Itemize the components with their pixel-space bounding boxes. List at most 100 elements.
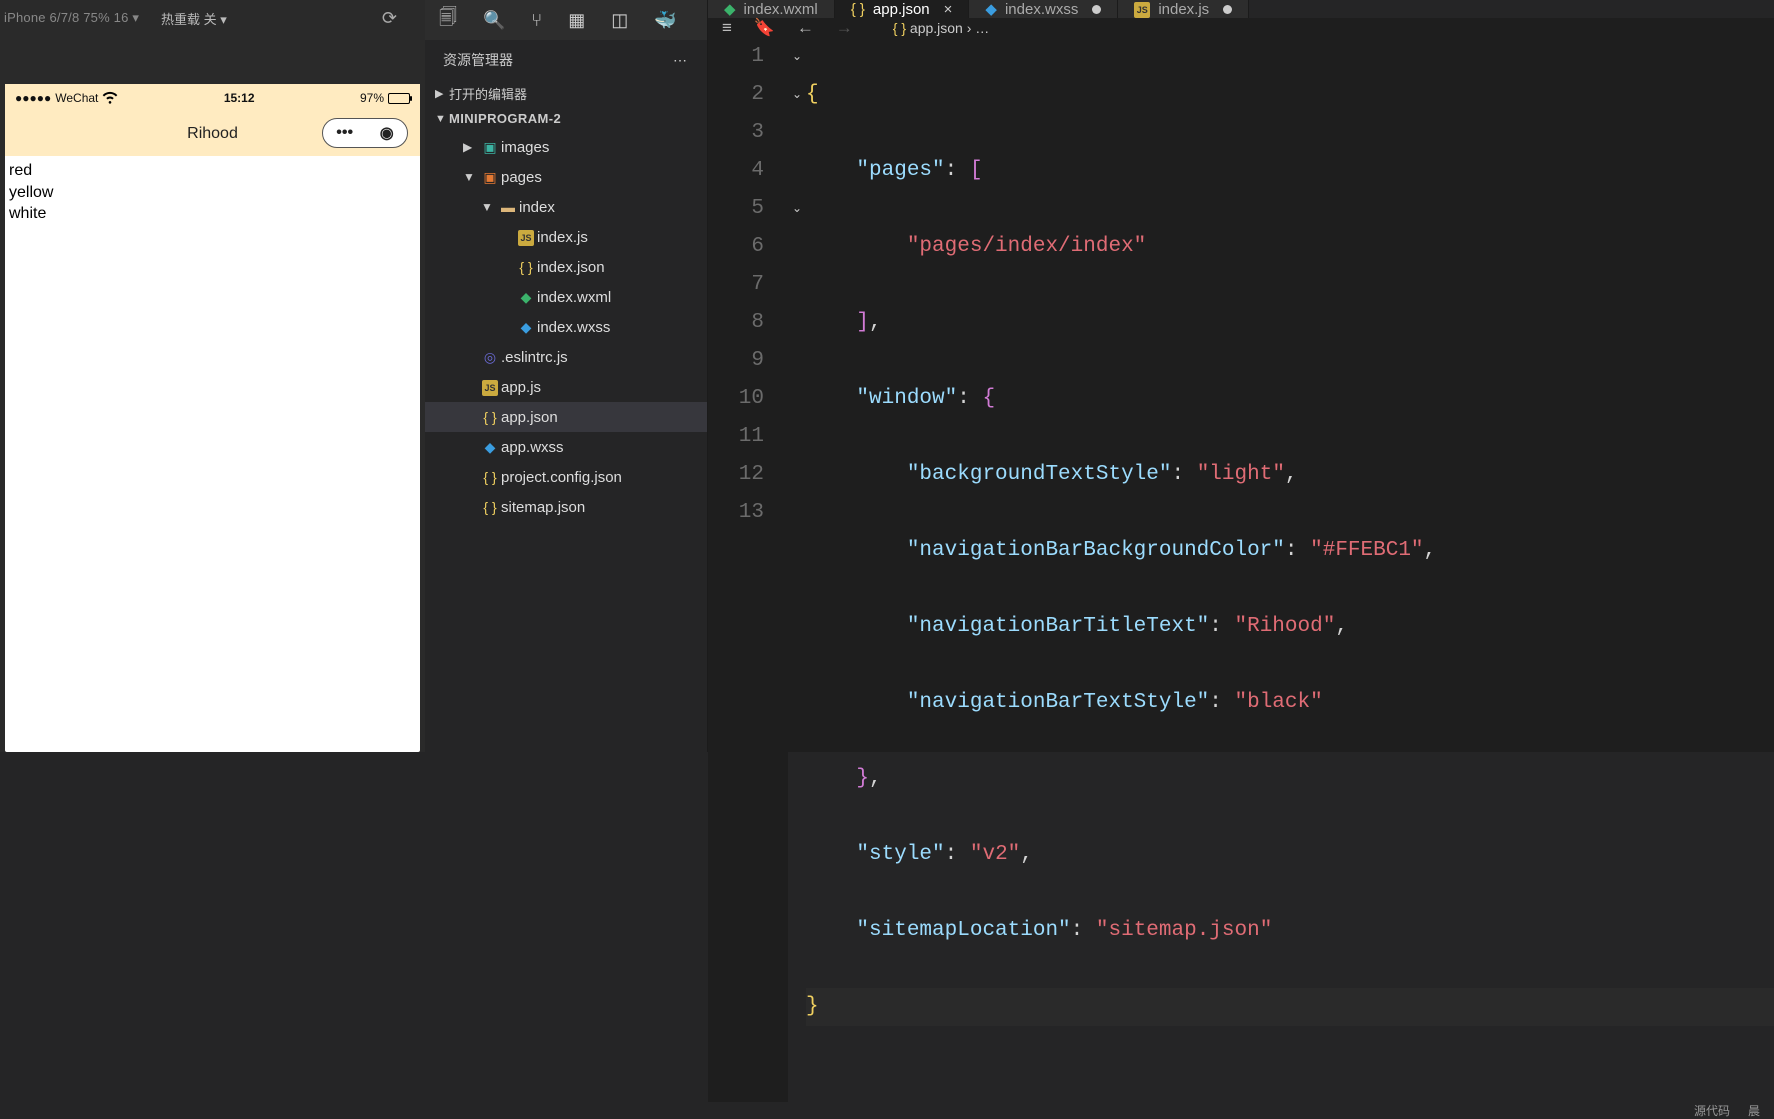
json-icon: { } (893, 20, 906, 36)
tree-folder-images[interactable]: ▶ ▣ images (425, 132, 707, 162)
layout-icon[interactable]: ◫ (611, 10, 628, 31)
breadcrumb-path[interactable]: { } app.json › … (893, 20, 990, 36)
simulator-panel: iPhone 6/7/8 75% 16 ▾ 热重载 关 ▾ ⟳ ●●●●● We… (0, 0, 425, 752)
forward-icon[interactable]: → (836, 18, 853, 37)
chevron-down-icon: ▼ (435, 113, 449, 125)
fold-icon[interactable]: ⌄ (788, 38, 806, 76)
editor-panel: ◆ index.wxml { } app.json × ◆ index.wxss… (708, 0, 1774, 752)
close-icon[interactable]: × (944, 1, 953, 18)
simulator-device: ●●●●● WeChat 15:12 97% Rihood ••• ◉ red … (5, 84, 420, 752)
tree-file[interactable]: ◆ index.wxml (425, 282, 707, 312)
extensions-icon[interactable]: ▦ (568, 10, 585, 31)
back-icon[interactable]: ← (797, 18, 814, 37)
battery-icon (388, 93, 410, 104)
tree-label: index (519, 199, 555, 216)
signal-icon: ●●●●● (15, 91, 51, 105)
capsule-close-icon[interactable]: ◉ (380, 123, 394, 143)
code-content[interactable]: { "pages": [ "pages/index/index" ], "win… (806, 38, 1774, 1102)
code-editor[interactable]: 12345678910111213 ⌄ ⌄ ⌄ { "pages": [ "pa… (708, 38, 1774, 1102)
tab-strip: ◆ index.wxml { } app.json × ◆ index.wxss… (708, 0, 1774, 18)
tab-index-js[interactable]: JS index.js (1118, 0, 1249, 18)
fold-gutter[interactable]: ⌄ ⌄ ⌄ (788, 38, 806, 1102)
folder-icon: ▬ (497, 199, 519, 215)
tree-label: .eslintrc.js (501, 349, 568, 366)
wxml-icon: ◆ (515, 289, 537, 306)
json-icon: { } (851, 1, 865, 18)
status-right[interactable]: 晨 (1748, 1102, 1760, 1119)
tree-label: app.json (501, 409, 558, 426)
breadcrumb-text: app.json › … (910, 20, 989, 36)
project-name: MINIPROGRAM-2 (449, 111, 561, 126)
chevron-down-icon: ▼ (463, 170, 479, 184)
eslint-icon: ◎ (479, 349, 501, 366)
device-status-bar: ●●●●● WeChat 15:12 97% (5, 84, 420, 112)
bookmark-icon[interactable]: 🔖 (754, 18, 775, 37)
tree-folder-pages[interactable]: ▼ ▣ pages (425, 162, 707, 192)
js-icon: JS (1134, 2, 1150, 18)
chevron-right-icon: ▶ (463, 140, 479, 154)
refresh-icon[interactable]: ⟳ (382, 8, 397, 29)
explorer-header: 资源管理器 ⋯ (425, 40, 707, 80)
clock-label: 15:12 (118, 91, 360, 105)
json-icon: { } (479, 499, 501, 515)
explorer-more-icon[interactable]: ⋯ (673, 52, 689, 69)
files-icon[interactable]: 🗐 (439, 5, 457, 35)
fold-icon[interactable]: ⌄ (788, 190, 806, 228)
json-icon: { } (479, 409, 501, 425)
body-line: yellow (9, 182, 416, 204)
tree-file[interactable]: ◆ index.wxss (425, 312, 707, 342)
tree-label: project.config.json (501, 469, 622, 486)
simulator-top-bar: iPhone 6/7/8 75% 16 ▾ 热重载 关 ▾ ⟳ (0, 0, 425, 36)
outline-icon[interactable]: ≡ (722, 18, 732, 37)
tree-file[interactable]: { } index.json (425, 252, 707, 282)
tree-file-selected[interactable]: { } app.json (425, 402, 707, 432)
tree-file[interactable]: { } sitemap.json (425, 492, 707, 522)
tree-file[interactable]: ◆ app.wxss (425, 432, 707, 462)
js-icon: JS (482, 380, 498, 396)
battery-percent: 97% (360, 91, 384, 105)
tab-app-json[interactable]: { } app.json × (835, 0, 970, 18)
body-line: red (9, 160, 416, 182)
hot-reload-toggle[interactable]: 热重载 关 ▾ (161, 9, 227, 28)
tree-label: index.wxml (537, 289, 611, 306)
tree-file[interactable]: ◎ .eslintrc.js (425, 342, 707, 372)
tree-folder-index[interactable]: ▼ ▬ index (425, 192, 707, 222)
nav-title: Rihood (187, 125, 238, 143)
wxml-icon: ◆ (724, 0, 736, 18)
status-source[interactable]: 源代码 (1694, 1102, 1730, 1119)
json-icon: { } (479, 469, 501, 485)
tree-label: index.wxss (537, 319, 610, 336)
device-selector[interactable]: iPhone 6/7/8 75% 16 ▾ (0, 10, 139, 26)
miniprogram-page-body: red yellow white (5, 156, 420, 752)
capsule-button[interactable]: ••• ◉ (322, 118, 408, 148)
project-section[interactable]: ▼ MINIPROGRAM-2 (425, 107, 707, 130)
tab-label: index.wxml (744, 1, 818, 18)
wxss-icon: ◆ (479, 439, 501, 456)
chevron-right-icon: ▶ (435, 87, 449, 100)
tree-file[interactable]: { } project.config.json (425, 462, 707, 492)
activity-icon-strip: 🗐 🔍 ⑂ ▦ ◫ 🐳 (425, 0, 707, 40)
tree-file[interactable]: JS app.js (425, 372, 707, 402)
tree-file[interactable]: JS index.js (425, 222, 707, 252)
dirty-indicator-icon (1092, 5, 1101, 14)
source-control-icon[interactable]: ⑂ (531, 10, 542, 31)
chevron-down-icon: ▼ (481, 200, 497, 214)
file-tree: ▶ ▣ images ▼ ▣ pages ▼ ▬ index JS index.… (425, 130, 707, 524)
json-icon: { } (515, 259, 537, 275)
image-folder-icon: ▣ (479, 139, 501, 156)
docker-icon[interactable]: 🐳 (654, 10, 676, 31)
tab-index-wxml[interactable]: ◆ index.wxml (708, 0, 835, 18)
capsule-menu-icon[interactable]: ••• (336, 124, 353, 142)
wxss-icon: ◆ (985, 0, 997, 18)
body-line: white (9, 203, 416, 225)
dirty-indicator-icon (1223, 5, 1232, 14)
search-icon[interactable]: 🔍 (483, 10, 505, 31)
open-editors-section[interactable]: ▶ 打开的编辑器 (425, 80, 707, 107)
tree-label: index.js (537, 229, 588, 246)
pages-folder-icon: ▣ (479, 169, 501, 186)
line-gutter: 12345678910111213 (708, 38, 788, 1102)
tab-index-wxss[interactable]: ◆ index.wxss (969, 0, 1118, 18)
wxss-icon: ◆ (515, 319, 537, 336)
tab-label: index.js (1158, 1, 1209, 18)
fold-icon[interactable]: ⌄ (788, 76, 806, 114)
